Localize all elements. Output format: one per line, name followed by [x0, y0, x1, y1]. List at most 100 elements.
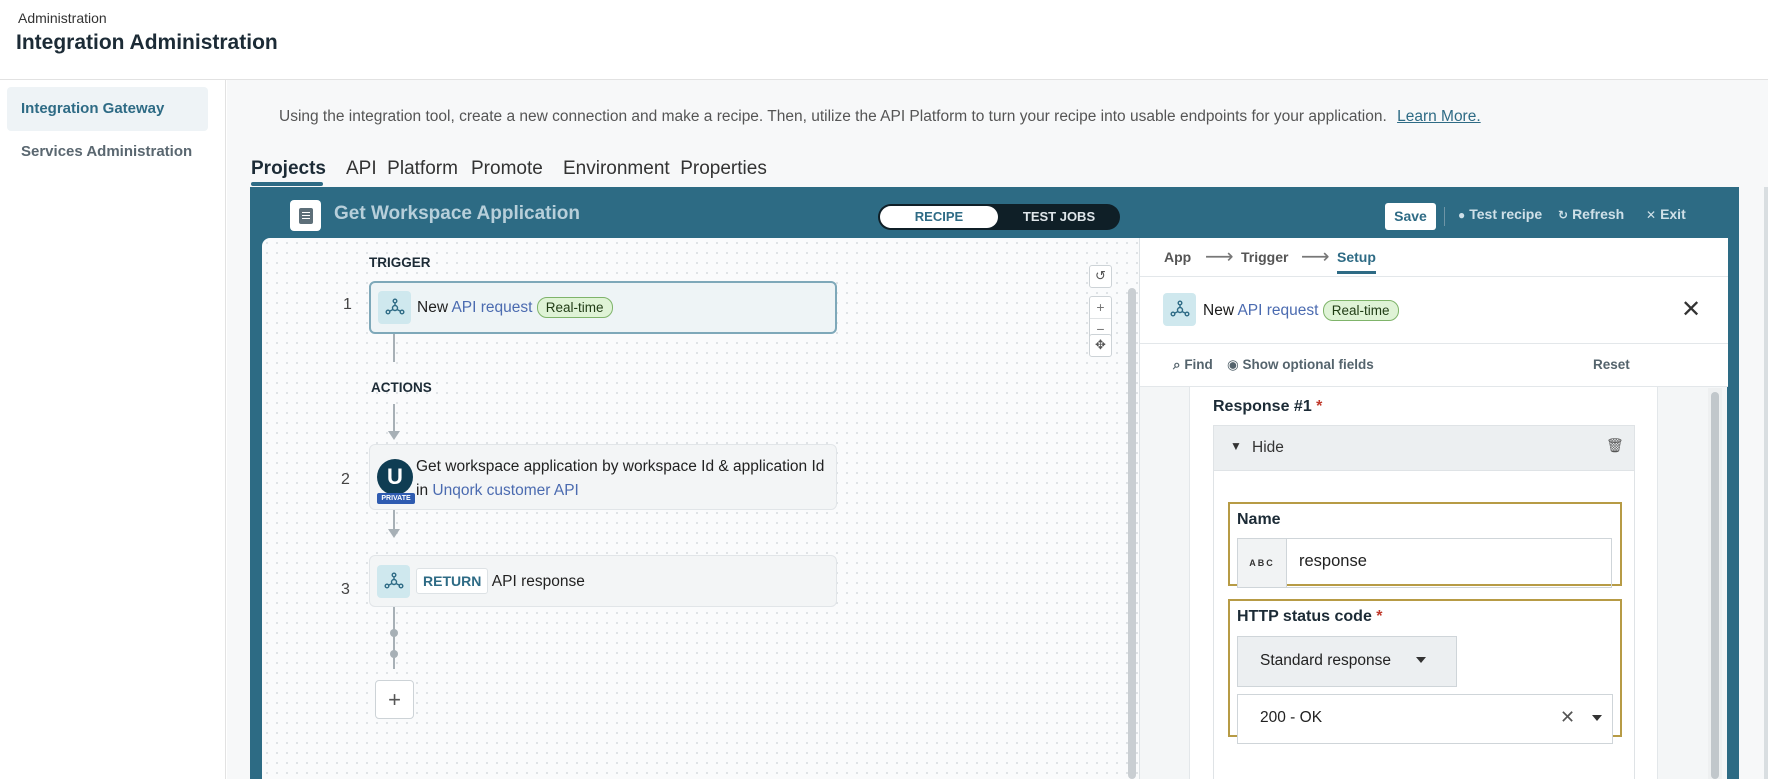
step-prefix: New [417, 299, 449, 316]
arrow-right-icon: ⟶ [1205, 246, 1234, 268]
intro-description: Using the integration tool, create a new… [279, 108, 1387, 125]
step-config-panel: App ⟶ Trigger ⟶ Setup New API request Re… [1139, 238, 1728, 779]
recipe-canvas: TRIGGER 1 New API request Real-time ACTI… [262, 238, 1139, 779]
reset-button[interactable]: Reset [1593, 357, 1630, 372]
recipe-mode-toggle: RECIPE TEST JOBS [878, 204, 1120, 230]
recipe-editor: Get Workspace Application RECIPE TEST JO… [250, 187, 1739, 779]
hide-label: Hide [1252, 439, 1284, 456]
name-input[interactable]: response [1286, 538, 1612, 588]
response-title: Response #1 * [1213, 398, 1322, 416]
crumb-setup[interactable]: Setup [1337, 249, 1376, 274]
api-hub-icon [378, 291, 411, 324]
page-title: Integration Administration [16, 31, 278, 54]
connector-arrow [388, 431, 400, 440]
learn-more-link[interactable]: Learn More. [1397, 108, 1481, 125]
reset-view-button[interactable]: ↺ [1089, 265, 1112, 288]
connector-logo: U [377, 459, 413, 495]
data-type-badge: ABC [1237, 538, 1286, 588]
zoom-in-button[interactable]: + [1090, 297, 1111, 319]
status-code-value: 200 - OK [1260, 709, 1323, 726]
show-optional-fields-button[interactable]: ◉ Show optional fields [1227, 357, 1374, 373]
connector-line [393, 334, 395, 362]
response-fields: Name ABC response HTTP status code * Sta… [1213, 471, 1635, 779]
canvas-scrollbar[interactable] [1128, 288, 1136, 779]
add-step-button[interactable]: + [375, 680, 414, 719]
find-button[interactable]: ⌕ Find [1173, 357, 1213, 373]
trash-icon[interactable]: 🗑 [1606, 437, 1624, 454]
eye-icon: ◉ [1227, 357, 1243, 372]
test-recipe-button[interactable]: ● Test recipe [1458, 206, 1542, 222]
refresh-label: Refresh [1572, 206, 1625, 222]
api-hub-icon [1163, 293, 1196, 326]
page-scrollbar[interactable] [1764, 187, 1768, 779]
recipe-mode-option[interactable]: RECIPE [880, 206, 998, 228]
connector-line [393, 510, 395, 530]
chevron-down-icon [1416, 657, 1426, 663]
active-tab-indicator [251, 182, 323, 186]
sidebar-item-services-administration[interactable]: Services Administration [7, 130, 208, 174]
exit-label: Exit [1660, 206, 1686, 222]
hide-toggle-bar[interactable]: ▼ Hide 🗑 [1213, 425, 1635, 471]
api-request-link[interactable]: API request [1237, 302, 1318, 319]
test-jobs-mode-option[interactable]: TEST JOBS [1000, 206, 1118, 228]
crumb-app[interactable]: App [1164, 249, 1191, 265]
status-code-select[interactable]: 200 - OK ✕ [1237, 694, 1613, 744]
trigger-prefix: New [1203, 302, 1235, 319]
name-label: Name [1237, 511, 1281, 528]
name-field-group: Name ABC response [1228, 502, 1622, 588]
required-marker: * [1311, 398, 1323, 415]
trigger-step[interactable]: New API request Real-time [369, 281, 837, 334]
step-description: API response [491, 573, 585, 590]
sidebar-item-integration-gateway[interactable]: Integration Gateway [7, 87, 208, 131]
panel-scrollbar[interactable] [1711, 392, 1719, 779]
tab-projects[interactable]: Projects [251, 158, 326, 180]
response-card: Response #1 * ▼ Hide 🗑 Name ABC response… [1189, 387, 1658, 779]
return-chip: RETURN [416, 568, 489, 594]
required-marker: * [1371, 608, 1383, 625]
response-title-text: Response #1 [1213, 398, 1312, 415]
step-number: 1 [343, 296, 352, 313]
status-type-value: Standard response [1260, 652, 1391, 669]
actions-section-label: ACTIONS [371, 380, 432, 395]
chevron-down-icon [1592, 715, 1602, 721]
crumb-trigger[interactable]: Trigger [1241, 249, 1288, 265]
connection-link[interactable]: Unqork customer API [432, 482, 578, 499]
close-panel-icon[interactable]: ✕ [1681, 295, 1701, 324]
divider [1444, 207, 1445, 226]
tab-promote[interactable]: Promote [471, 158, 543, 180]
caret-down-icon: ▼ [1230, 439, 1242, 453]
close-icon: ✕ [1646, 208, 1657, 222]
private-tag: PRIVATE [377, 493, 415, 504]
status-code-label-text: HTTP status code [1237, 608, 1372, 625]
save-button[interactable]: Save [1385, 203, 1436, 230]
panel-breadcrumb: App ⟶ Trigger ⟶ Setup [1140, 238, 1728, 277]
fit-view-button[interactable]: ✥ [1089, 334, 1112, 357]
realtime-badge: Real-time [536, 297, 613, 318]
find-label: Find [1184, 357, 1213, 372]
action-step[interactable]: U PRIVATE Get workspace application by w… [369, 444, 837, 510]
connector-arrow [388, 529, 400, 538]
step-number: 2 [341, 471, 350, 488]
intro-text: Using the integration tool, create a new… [279, 108, 1481, 126]
refresh-button[interactable]: ↻ Refresh [1558, 206, 1624, 222]
connector-dot [390, 650, 398, 658]
return-step[interactable]: RETURN API response [369, 555, 837, 607]
arrow-right-icon: ⟶ [1301, 246, 1330, 268]
panel-trigger-summary: New API request Real-time ✕ [1140, 277, 1728, 344]
exit-button[interactable]: ✕ Exit [1646, 206, 1686, 222]
trigger-section-label: TRIGGER [369, 255, 431, 270]
api-request-link[interactable]: API request [451, 299, 532, 316]
main-content: Using the integration tool, create a new… [227, 80, 1768, 779]
refresh-icon: ↻ [1558, 208, 1569, 222]
page-header: Administration Integration Administratio… [0, 0, 1768, 80]
clear-icon[interactable]: ✕ [1560, 707, 1575, 728]
tab-api-platform[interactable]: API Platform [346, 158, 458, 180]
status-type-select[interactable]: Standard response [1237, 636, 1457, 687]
recipe-title: Get Workspace Application [334, 203, 580, 224]
breadcrumb[interactable]: Administration [18, 10, 107, 26]
connector-line [393, 607, 395, 669]
tab-environment-properties[interactable]: Environment Properties [563, 158, 767, 180]
api-hub-icon [377, 565, 410, 598]
connector-line [393, 404, 395, 432]
status-code-label: HTTP status code * [1237, 608, 1383, 626]
